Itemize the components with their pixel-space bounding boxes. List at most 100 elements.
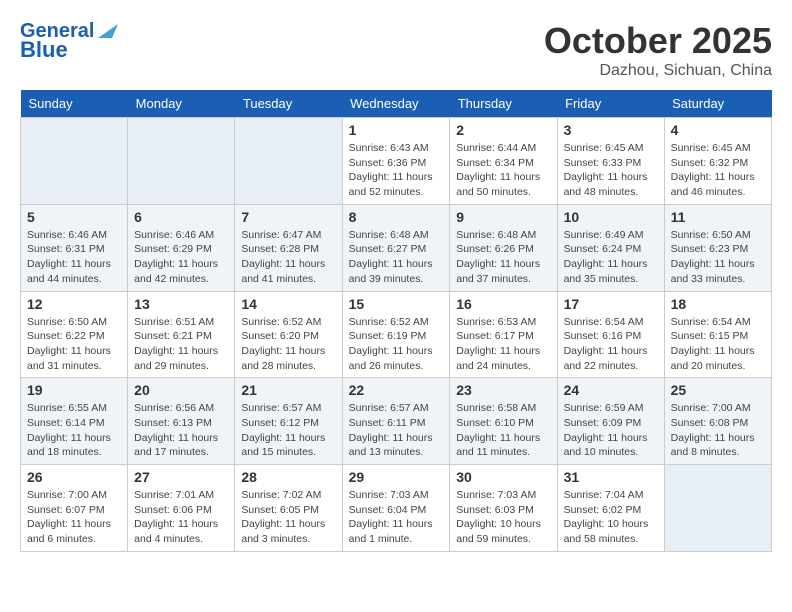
day-cell: 29 Sunrise: 7:03 AM Sunset: 6:04 PM Dayli… [342, 465, 450, 552]
day-cell: 13Sunrise: 6:51 AM Sunset: 6:21 PM Dayli… [128, 291, 235, 378]
day-number: 7 [241, 209, 335, 225]
day-number: 2 [456, 122, 550, 138]
day-cell: 24 Sunrise: 6:59 AM Sunset: 6:09 PM Dayli… [557, 378, 664, 465]
day-info: Sunrise: 7:02 AM Sunset: 6:05 PM Dayligh… [241, 488, 335, 547]
day-number: 8 [349, 209, 444, 225]
day-number: 14 [241, 296, 335, 312]
day-info: Sunrise: 6:46 AM Sunset: 6:31 PM Dayligh… [27, 228, 121, 287]
day-info: Sunrise: 6:44 AM Sunset: 6:34 PM Dayligh… [456, 141, 550, 200]
weekday-header-sunday: Sunday [21, 90, 128, 118]
weekday-header-tuesday: Tuesday [235, 90, 342, 118]
day-number: 12 [27, 296, 121, 312]
day-info: Sunrise: 6:46 AM Sunset: 6:29 PM Dayligh… [134, 228, 228, 287]
day-cell: 22 Sunrise: 6:57 AM Sunset: 6:11 PM Dayli… [342, 378, 450, 465]
day-cell: 15Sunrise: 6:52 AM Sunset: 6:19 PM Dayli… [342, 291, 450, 378]
day-info: Sunrise: 6:54 AM Sunset: 6:15 PM Dayligh… [671, 315, 765, 374]
day-info: Sunrise: 6:43 AM Sunset: 6:36 PM Dayligh… [349, 141, 444, 200]
day-info: Sunrise: 6:50 AM Sunset: 6:22 PM Dayligh… [27, 315, 121, 374]
day-info: Sunrise: 6:48 AM Sunset: 6:27 PM Dayligh… [349, 228, 444, 287]
day-number: 22 [349, 382, 444, 398]
day-number: 1 [349, 122, 444, 138]
day-number: 6 [134, 209, 228, 225]
day-number: 19 [27, 382, 121, 398]
day-cell: 20Sunrise: 6:56 AM Sunset: 6:13 PM Dayli… [128, 378, 235, 465]
day-cell: 7 Sunrise: 6:47 AM Sunset: 6:28 PM Daylig… [235, 204, 342, 291]
day-number: 18 [671, 296, 765, 312]
week-row-5: 26 Sunrise: 7:00 AM Sunset: 6:07 PM Dayli… [21, 465, 772, 552]
day-info: Sunrise: 6:48 AM Sunset: 6:26 PM Dayligh… [456, 228, 550, 287]
day-info: Sunrise: 6:45 AM Sunset: 6:33 PM Dayligh… [564, 141, 658, 200]
day-cell: 6 Sunrise: 6:46 AM Sunset: 6:29 PM Daylig… [128, 204, 235, 291]
day-cell: 5 Sunrise: 6:46 AM Sunset: 6:31 PM Daylig… [21, 204, 128, 291]
day-info: Sunrise: 7:03 AM Sunset: 6:03 PM Dayligh… [456, 488, 550, 547]
day-cell: 25Sunrise: 7:00 AM Sunset: 6:08 PM Dayli… [664, 378, 771, 465]
day-cell: 18 Sunrise: 6:54 AM Sunset: 6:15 PM Dayli… [664, 291, 771, 378]
day-number: 4 [671, 122, 765, 138]
day-cell: 10 Sunrise: 6:49 AM Sunset: 6:24 PM Dayli… [557, 204, 664, 291]
day-cell: 9 Sunrise: 6:48 AM Sunset: 6:26 PM Daylig… [450, 204, 557, 291]
weekday-header-row: SundayMondayTuesdayWednesdayThursdayFrid… [21, 90, 772, 118]
day-info: Sunrise: 6:47 AM Sunset: 6:28 PM Dayligh… [241, 228, 335, 287]
weekday-header-friday: Friday [557, 90, 664, 118]
week-row-4: 19 Sunrise: 6:55 AM Sunset: 6:14 PM Dayli… [21, 378, 772, 465]
day-info: Sunrise: 6:55 AM Sunset: 6:14 PM Dayligh… [27, 401, 121, 460]
day-cell: 8 Sunrise: 6:48 AM Sunset: 6:27 PM Daylig… [342, 204, 450, 291]
day-number: 30 [456, 469, 550, 485]
day-number: 11 [671, 209, 765, 225]
weekday-header-saturday: Saturday [664, 90, 771, 118]
logo-bird-icon [98, 16, 118, 38]
day-cell: 19 Sunrise: 6:55 AM Sunset: 6:14 PM Dayli… [21, 378, 128, 465]
weekday-header-monday: Monday [128, 90, 235, 118]
day-number: 16 [456, 296, 550, 312]
weekday-header-wednesday: Wednesday [342, 90, 450, 118]
day-info: Sunrise: 6:59 AM Sunset: 6:09 PM Dayligh… [564, 401, 658, 460]
day-cell: 4Sunrise: 6:45 AM Sunset: 6:32 PM Daylig… [664, 118, 771, 205]
day-info: Sunrise: 6:57 AM Sunset: 6:12 PM Dayligh… [241, 401, 335, 460]
day-info: Sunrise: 7:01 AM Sunset: 6:06 PM Dayligh… [134, 488, 228, 547]
day-cell: 23 Sunrise: 6:58 AM Sunset: 6:10 PM Dayli… [450, 378, 557, 465]
day-info: Sunrise: 7:04 AM Sunset: 6:02 PM Dayligh… [564, 488, 658, 547]
week-row-2: 5 Sunrise: 6:46 AM Sunset: 6:31 PM Daylig… [21, 204, 772, 291]
day-info: Sunrise: 6:58 AM Sunset: 6:10 PM Dayligh… [456, 401, 550, 460]
month-title: October 2025 [544, 20, 772, 62]
day-number: 15 [349, 296, 444, 312]
day-cell: 1 Sunrise: 6:43 AM Sunset: 6:36 PM Daylig… [342, 118, 450, 205]
day-cell: 26 Sunrise: 7:00 AM Sunset: 6:07 PM Dayli… [21, 465, 128, 552]
day-info: Sunrise: 7:00 AM Sunset: 6:07 PM Dayligh… [27, 488, 121, 547]
logo-blue-text: Blue [20, 38, 68, 62]
day-number: 23 [456, 382, 550, 398]
day-number: 9 [456, 209, 550, 225]
day-cell: 31Sunrise: 7:04 AM Sunset: 6:02 PM Dayli… [557, 465, 664, 552]
day-cell: 11 Sunrise: 6:50 AM Sunset: 6:23 PM Dayli… [664, 204, 771, 291]
location: Dazhou, Sichuan, China [544, 62, 772, 80]
day-cell: 28 Sunrise: 7:02 AM Sunset: 6:05 PM Dayli… [235, 465, 342, 552]
weekday-header-thursday: Thursday [450, 90, 557, 118]
day-number: 10 [564, 209, 658, 225]
day-number: 25 [671, 382, 765, 398]
page-header: General Blue October 2025 Dazhou, Sichua… [20, 20, 772, 80]
day-info: Sunrise: 6:49 AM Sunset: 6:24 PM Dayligh… [564, 228, 658, 287]
day-cell: 27 Sunrise: 7:01 AM Sunset: 6:06 PM Dayli… [128, 465, 235, 552]
day-number: 29 [349, 469, 444, 485]
day-number: 27 [134, 469, 228, 485]
week-row-1: 1 Sunrise: 6:43 AM Sunset: 6:36 PM Daylig… [21, 118, 772, 205]
day-info: Sunrise: 6:57 AM Sunset: 6:11 PM Dayligh… [349, 401, 444, 460]
day-number: 17 [564, 296, 658, 312]
day-cell: 2 Sunrise: 6:44 AM Sunset: 6:34 PM Daylig… [450, 118, 557, 205]
day-cell [21, 118, 128, 205]
day-number: 24 [564, 382, 658, 398]
day-number: 3 [564, 122, 658, 138]
day-info: Sunrise: 6:50 AM Sunset: 6:23 PM Dayligh… [671, 228, 765, 287]
title-block: October 2025 Dazhou, Sichuan, China [544, 20, 772, 80]
day-info: Sunrise: 6:53 AM Sunset: 6:17 PM Dayligh… [456, 315, 550, 374]
day-number: 13 [134, 296, 228, 312]
day-cell: 30 Sunrise: 7:03 AM Sunset: 6:03 PM Dayli… [450, 465, 557, 552]
day-info: Sunrise: 7:03 AM Sunset: 6:04 PM Dayligh… [349, 488, 444, 547]
day-cell: 16 Sunrise: 6:53 AM Sunset: 6:17 PM Dayli… [450, 291, 557, 378]
day-info: Sunrise: 6:54 AM Sunset: 6:16 PM Dayligh… [564, 315, 658, 374]
day-number: 28 [241, 469, 335, 485]
day-cell: 12 Sunrise: 6:50 AM Sunset: 6:22 PM Dayli… [21, 291, 128, 378]
day-number: 5 [27, 209, 121, 225]
day-cell [128, 118, 235, 205]
day-number: 26 [27, 469, 121, 485]
